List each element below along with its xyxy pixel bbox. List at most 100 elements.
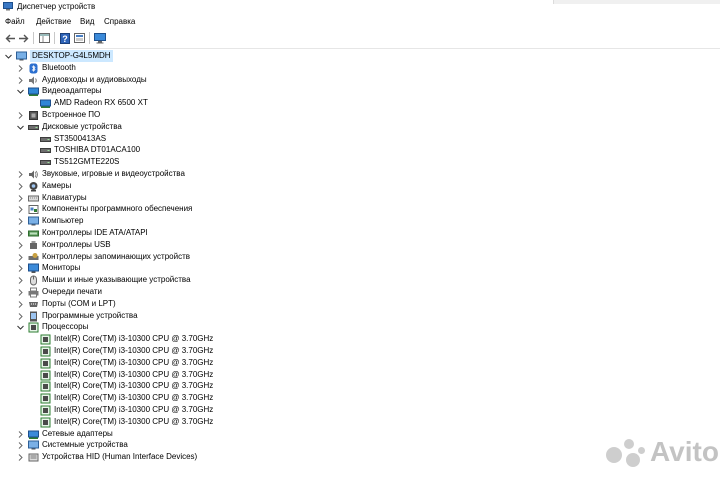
chevron-right-icon[interactable] bbox=[16, 274, 24, 286]
tree-item-label: Контроллеры USB bbox=[42, 240, 111, 249]
back-icon[interactable] bbox=[3, 31, 17, 45]
usb-icon bbox=[28, 240, 39, 251]
menu-help[interactable]: Справка bbox=[104, 17, 135, 26]
forward-icon[interactable] bbox=[16, 31, 30, 45]
tree-device[interactable]: Intel(R) Core(TM) i3-10300 CPU @ 3.70GHz bbox=[28, 416, 213, 428]
tree-device[interactable]: AMD Radeon RX 6500 XT bbox=[28, 97, 148, 109]
tree-category[interactable]: Видеоадаптеры bbox=[16, 85, 102, 97]
chevron-right-icon[interactable] bbox=[16, 451, 24, 463]
tree-category[interactable]: Порты (COM и LPT) bbox=[16, 298, 116, 310]
device-tree[interactable]: DESKTOP-G4L5MDH Bluetooth Аудиовходы и ауд… bbox=[0, 49, 720, 477]
disk-drive-icon bbox=[28, 122, 39, 133]
software-device-icon bbox=[28, 311, 39, 322]
menu-view[interactable]: Вид bbox=[80, 17, 94, 26]
chevron-right-icon[interactable] bbox=[16, 109, 24, 121]
tree-category[interactable]: Bluetooth bbox=[16, 62, 76, 74]
tree-category[interactable]: Устройства HID (Human Interface Devices) bbox=[16, 451, 197, 463]
menu-bar: Файл Действие Вид Справка bbox=[0, 14, 720, 28]
chevron-right-icon[interactable] bbox=[16, 215, 24, 227]
window-controls[interactable] bbox=[553, 0, 720, 4]
chevron-right-icon[interactable] bbox=[16, 239, 24, 251]
tree-item-label: Системные устройства bbox=[42, 440, 128, 449]
tree-category[interactable]: Контроллеры IDE ATA/ATAPI bbox=[16, 227, 148, 239]
tree-category[interactable]: Контроллеры USB bbox=[16, 239, 111, 251]
tree-item-label: Порты (COM и LPT) bbox=[42, 299, 116, 308]
chevron-right-icon[interactable] bbox=[16, 262, 24, 274]
chevron-right-icon[interactable] bbox=[16, 203, 24, 215]
menu-action[interactable]: Действие bbox=[36, 17, 71, 26]
tree-item-label: Intel(R) Core(TM) i3-10300 CPU @ 3.70GHz bbox=[54, 405, 214, 414]
avito-wordmark: Avito bbox=[650, 436, 719, 467]
chevron-right-icon[interactable] bbox=[16, 180, 24, 192]
processor-icon bbox=[28, 322, 39, 333]
tree-category[interactable]: Компоненты программного обеспечения bbox=[16, 203, 192, 215]
chevron-right-icon[interactable] bbox=[16, 286, 24, 298]
tree-device[interactable]: Intel(R) Core(TM) i3-10300 CPU @ 3.70GHz bbox=[28, 404, 213, 416]
avito-watermark: Avito bbox=[606, 436, 719, 468]
computer-icon bbox=[16, 51, 27, 62]
printer-icon bbox=[28, 287, 39, 298]
tree-item-label: TOSHIBA DT01ACA100 bbox=[54, 145, 141, 154]
tree-item-label: Intel(R) Core(TM) i3-10300 CPU @ 3.70GHz bbox=[54, 417, 214, 426]
tree-item-label: Intel(R) Core(TM) i3-10300 CPU @ 3.70GHz bbox=[54, 393, 214, 402]
tree-category[interactable]: Процессоры bbox=[16, 321, 88, 333]
tree-device[interactable]: TS512GMTE220S bbox=[28, 156, 119, 168]
processor-icon bbox=[40, 334, 51, 345]
tree-item-label: Bluetooth bbox=[42, 63, 76, 72]
chevron-right-icon[interactable] bbox=[16, 62, 24, 74]
tree-category[interactable]: Встроенное ПО bbox=[16, 109, 100, 121]
chevron-right-icon[interactable] bbox=[16, 168, 24, 180]
tree-category[interactable]: Камеры bbox=[16, 180, 71, 192]
tree-item-label: Мониторы bbox=[42, 263, 81, 272]
tree-item-label: Intel(R) Core(TM) i3-10300 CPU @ 3.70GHz bbox=[54, 381, 214, 390]
chevron-down-icon[interactable] bbox=[16, 121, 24, 133]
show-hidden-icon[interactable] bbox=[72, 31, 86, 45]
disk-drive-icon bbox=[40, 157, 51, 168]
tree-device[interactable]: Intel(R) Core(TM) i3-10300 CPU @ 3.70GHz bbox=[28, 333, 213, 345]
tree-device[interactable]: Intel(R) Core(TM) i3-10300 CPU @ 3.70GHz bbox=[28, 357, 213, 369]
title-bar: Диспетчер устройств bbox=[0, 0, 720, 14]
tree-device[interactable]: Intel(R) Core(TM) i3-10300 CPU @ 3.70GHz bbox=[28, 380, 213, 392]
chevron-right-icon[interactable] bbox=[16, 298, 24, 310]
tree-device[interactable]: Intel(R) Core(TM) i3-10300 CPU @ 3.70GHz bbox=[28, 392, 213, 404]
chevron-down-icon[interactable] bbox=[4, 50, 12, 62]
tree-category[interactable]: Системные устройства bbox=[16, 439, 128, 451]
tree-item-label: AMD Radeon RX 6500 XT bbox=[54, 98, 148, 107]
system-device-icon bbox=[28, 440, 39, 451]
chevron-right-icon[interactable] bbox=[16, 227, 24, 239]
tree-item-label: Встроенное ПО bbox=[42, 110, 101, 119]
disk-drive-icon bbox=[40, 134, 51, 145]
software-component-icon bbox=[28, 204, 39, 215]
tree-category[interactable]: Компьютер bbox=[16, 215, 83, 227]
chevron-down-icon[interactable] bbox=[16, 85, 24, 97]
processor-icon bbox=[40, 370, 51, 381]
tree-item-label: Компоненты программного обеспечения bbox=[42, 204, 193, 213]
help-icon[interactable]: ? bbox=[58, 31, 72, 45]
chevron-right-icon[interactable] bbox=[16, 439, 24, 451]
tree-root[interactable]: DESKTOP-G4L5MDH bbox=[4, 50, 113, 62]
tree-item-label: Компьютер bbox=[42, 216, 84, 225]
tree-category[interactable]: Очереди печати bbox=[16, 286, 102, 298]
display-adapter-icon bbox=[28, 86, 39, 97]
monitor-icon[interactable] bbox=[93, 31, 107, 45]
mouse-icon bbox=[28, 275, 39, 286]
ide-controller-icon bbox=[28, 228, 39, 239]
properties-icon[interactable] bbox=[37, 31, 51, 45]
tree-category[interactable]: Мыши и иные указывающие устройства bbox=[16, 274, 191, 286]
keyboard-icon bbox=[28, 193, 39, 204]
tree-item-label: Очереди печати bbox=[42, 287, 103, 296]
menu-file[interactable]: Файл bbox=[5, 17, 25, 26]
tree-category[interactable]: Дисковые устройства bbox=[16, 121, 122, 133]
processor-icon bbox=[40, 346, 51, 357]
chevron-down-icon[interactable] bbox=[16, 321, 24, 333]
tree-item-label: TS512GMTE220S bbox=[54, 157, 120, 166]
tree-device[interactable]: Intel(R) Core(TM) i3-10300 CPU @ 3.70GHz bbox=[28, 345, 213, 357]
device-manager-icon bbox=[3, 2, 13, 11]
tree-category[interactable]: Мониторы bbox=[16, 262, 80, 274]
tree-device[interactable]: TOSHIBA DT01ACA100 bbox=[28, 144, 140, 156]
tree-category[interactable]: Звуковые, игровые и видеоустройства bbox=[16, 168, 185, 180]
